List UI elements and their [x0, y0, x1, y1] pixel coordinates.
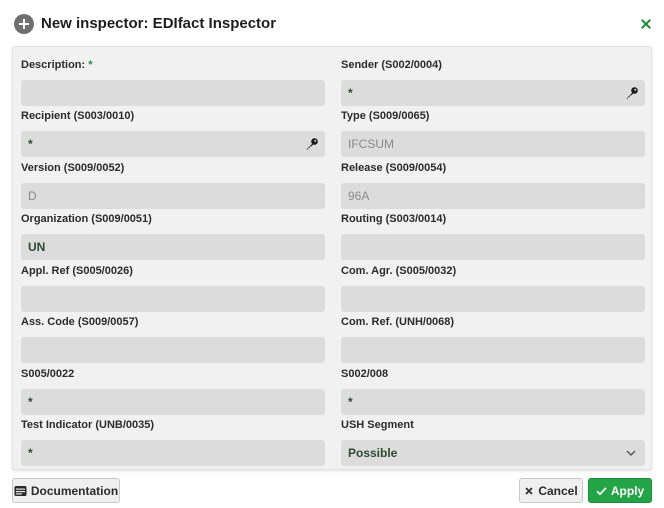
com-agr-input[interactable]	[341, 286, 645, 312]
field-value: D	[28, 189, 37, 203]
field-label: Appl. Ref (S005/0026)	[21, 265, 133, 277]
documentation-label: Documentation	[30, 483, 119, 498]
field-label: Organization (S009/0051)	[21, 213, 152, 225]
field-value: *	[28, 137, 33, 151]
close-icon[interactable]	[639, 17, 653, 31]
field-value: 96A	[348, 189, 370, 203]
field-value: *	[28, 446, 33, 460]
plus-circle-icon	[14, 14, 34, 34]
cancel-label: Cancel	[538, 483, 578, 498]
field-label: Version (S009/0052)	[21, 162, 125, 174]
field-value: *	[348, 395, 353, 409]
version-input[interactable]: D	[21, 183, 325, 209]
s002-008-input[interactable]: *	[341, 389, 645, 415]
key-icon[interactable]	[625, 86, 639, 100]
type-input[interactable]: IFCSUM	[341, 131, 645, 157]
dialog-header: New inspector: EDIfact Inspector	[0, 0, 664, 46]
cancel-button[interactable]: Cancel	[519, 478, 583, 503]
field-value: Possible	[348, 446, 398, 460]
field-label: Type (S009/0065)	[341, 110, 430, 122]
apply-label: Apply	[610, 483, 645, 498]
test-indicator-input[interactable]: *	[21, 440, 325, 466]
field-label: USH Segment	[341, 419, 414, 431]
release-input[interactable]: 96A	[341, 183, 645, 209]
key-icon[interactable]	[305, 137, 319, 151]
s005-0022-input[interactable]: *	[21, 389, 325, 415]
field-value: *	[348, 86, 353, 100]
description-input[interactable]	[21, 80, 325, 106]
field-value: *	[28, 395, 33, 409]
com-ref-input[interactable]	[341, 337, 645, 363]
field-value: IFCSUM	[348, 137, 394, 151]
recipient-input[interactable]: *	[21, 131, 325, 157]
appl-ref-input[interactable]	[21, 286, 325, 312]
field-label: Com. Agr. (S005/0032)	[341, 265, 457, 277]
field-label: Release (S009/0054)	[341, 162, 447, 174]
chevron-down-icon	[626, 450, 636, 456]
field-label: S005/0022	[21, 368, 75, 380]
required-mark: *	[88, 59, 93, 71]
check-icon	[596, 486, 607, 495]
field-label: Com. Ref. (UNH/0068)	[341, 316, 455, 328]
form-panel: Description: * Sender (S002/0004) * Recip…	[12, 46, 652, 470]
x-icon	[525, 486, 533, 495]
documentation-button[interactable]: Documentation	[12, 478, 120, 503]
field-label: Routing (S003/0014)	[341, 213, 447, 225]
field-label: Ass. Code (S009/0057)	[21, 316, 139, 328]
sender-input[interactable]: *	[341, 80, 645, 106]
field-label: Recipient (S003/0010)	[21, 110, 135, 122]
field-label: Test Indicator (UNB/0035)	[21, 419, 155, 431]
ass-code-input[interactable]	[21, 337, 325, 363]
field-label: Description: *	[21, 59, 93, 71]
field-value: UN	[28, 240, 46, 254]
field-label: S002/008	[341, 368, 389, 380]
organization-input[interactable]: UN	[21, 234, 325, 260]
field-label: Sender (S002/0004)	[341, 59, 442, 71]
dialog-title: New inspector: EDIfact Inspector	[41, 15, 277, 32]
routing-input[interactable]	[341, 234, 645, 260]
ush-segment-select[interactable]: Possible	[341, 440, 645, 466]
apply-button[interactable]: Apply	[588, 478, 652, 503]
document-icon	[14, 485, 27, 496]
